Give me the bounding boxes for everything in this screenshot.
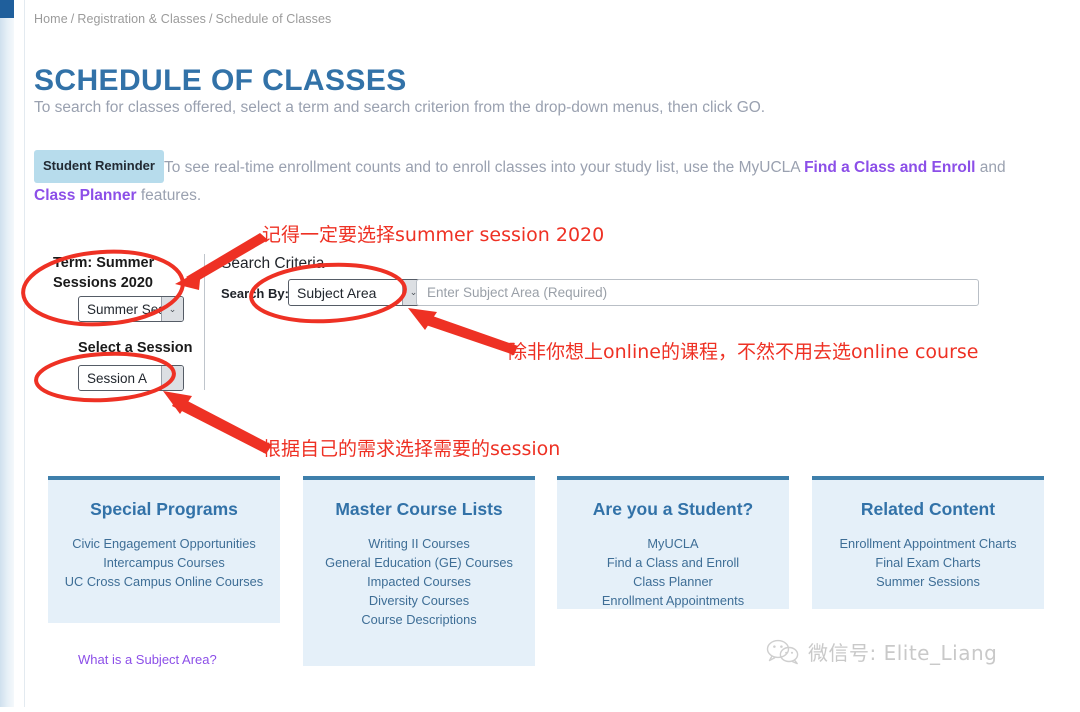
reminder-text-before: To see real-time enrollment counts and t…	[163, 159, 805, 176]
search-form: Term: Summer Sessions 2020 Summer Sess ⌄…	[26, 246, 1080, 667]
page-title: SCHEDULE OF CLASSES	[34, 64, 407, 98]
card-link[interactable]: Intercampus Courses	[58, 553, 270, 572]
reminder-text-after: features.	[136, 187, 202, 204]
card-link[interactable]: Diversity Courses	[313, 591, 525, 610]
term-select-value: Summer Sess	[87, 301, 172, 317]
card-link[interactable]: Writing II Courses	[313, 534, 525, 553]
chevron-down-icon: ⌄	[161, 297, 183, 321]
card-link[interactable]: Class Planner	[567, 572, 779, 591]
vertical-divider	[204, 254, 205, 390]
search-by-select-value: Subject Area	[297, 284, 377, 301]
wechat-icon	[766, 639, 800, 665]
card-related-content: Related Content Enrollment Appointment C…	[812, 476, 1044, 609]
class-planner-link[interactable]: Class Planner	[34, 187, 137, 204]
card-are-you-a-student: Are you a Student? MyUCLA Find a Class a…	[557, 476, 789, 609]
card-link[interactable]: Enrollment Appointments	[567, 591, 779, 610]
select-a-session-label: Select a Session	[78, 340, 193, 356]
breadcrumb-item-schedule: Schedule of Classes	[215, 12, 332, 26]
term-label: Term: Summer Sessions 2020	[53, 255, 155, 291]
search-criteria-label: Search Criteria	[221, 255, 325, 272]
search-by-select[interactable]: Subject Area ⌄	[288, 279, 425, 306]
card-title: Special Programs	[90, 499, 238, 519]
card-link[interactable]: Impacted Courses	[313, 572, 525, 591]
browser-tab-marker	[0, 0, 14, 18]
card-link[interactable]: General Education (GE) Courses	[313, 553, 525, 572]
student-reminder-block: Student Reminder To see real-time enrollm…	[34, 150, 1044, 209]
card-title: Master Course Lists	[335, 499, 503, 519]
session-select-value: Session A	[87, 370, 148, 386]
card-link[interactable]: Summer Sessions	[822, 572, 1034, 591]
card-link[interactable]: Civic Engagement Opportunities	[58, 534, 270, 553]
chevron-down-icon: ⌄	[161, 366, 183, 390]
breadcrumb: Home / Registration & Classes / Schedule of …	[34, 12, 331, 26]
status-badge: Student Reminder	[34, 150, 164, 183]
breadcrumb-item-home[interactable]: Home	[34, 12, 68, 26]
card-link[interactable]: MyUCLA	[567, 534, 779, 553]
card-link[interactable]: UC Cross Campus Online Courses	[58, 572, 270, 591]
page-left-gutter	[14, 0, 25, 707]
card-special-programs: Special Programs Civic Engagement Opport…	[48, 476, 280, 623]
what-is-a-subject-area-link[interactable]: What is a Subject Area?	[78, 652, 217, 667]
card-title: Related Content	[860, 499, 996, 519]
card-title: Are you a Student?	[592, 499, 754, 519]
card-link[interactable]: Course Descriptions	[313, 610, 525, 629]
search-by-label: Search By:	[221, 286, 289, 301]
term-select[interactable]: Summer Sess ⌄	[78, 296, 184, 322]
card-link[interactable]: Find a Class and Enroll	[567, 553, 779, 572]
intro-text: To search for classes offered, select a …	[34, 99, 766, 116]
watermark-text: 微信号: Elite_Liang	[808, 641, 998, 665]
find-a-class-and-enroll-link[interactable]: Find a Class and Enroll	[804, 159, 975, 176]
subject-area-input[interactable]: Enter Subject Area (Required)	[416, 279, 979, 306]
page-content: Home / Registration & Classes / Schedule of …	[26, 0, 1080, 707]
card-link[interactable]: Final Exam Charts	[822, 553, 1034, 572]
session-select[interactable]: Session A ⌄	[78, 365, 184, 391]
card-master-course-lists: Master Course Lists Writing II Courses G…	[303, 476, 535, 666]
breadcrumb-separator: /	[208, 12, 213, 26]
breadcrumb-item-registration[interactable]: Registration & Classes	[77, 12, 206, 26]
reminder-text-middle: and	[975, 159, 1006, 176]
card-link[interactable]: Enrollment Appointment Charts	[822, 534, 1034, 553]
browser-left-edge-strip	[0, 0, 14, 707]
watermark: 微信号: Elite_Liang	[766, 637, 997, 666]
breadcrumb-separator: /	[70, 12, 75, 26]
